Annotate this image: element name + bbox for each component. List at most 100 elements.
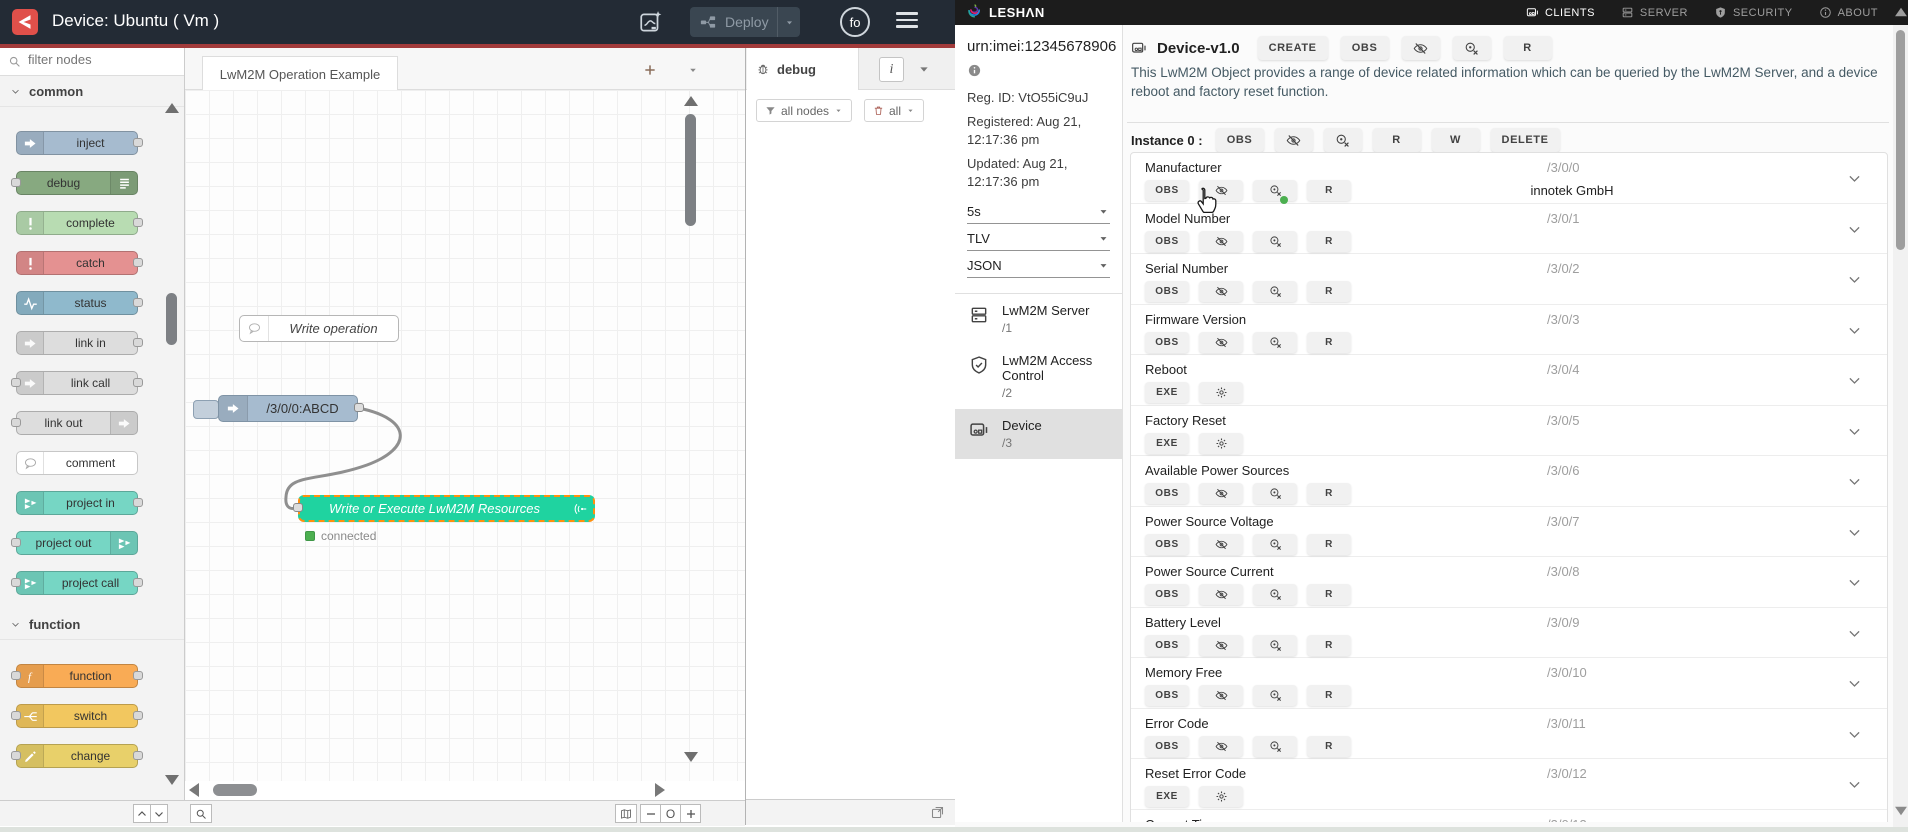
palette-node-debug[interactable]: debug: [11, 171, 138, 195]
deploy-options-button[interactable]: [777, 7, 800, 37]
obs-button[interactable]: OBS: [1145, 533, 1189, 555]
observe-stop-icon-button[interactable]: [1253, 331, 1297, 353]
output-port[interactable]: [133, 217, 143, 227]
delete-button[interactable]: DELETE: [1490, 128, 1560, 152]
input-port[interactable]: [11, 537, 21, 547]
chevron-down-icon[interactable]: [1846, 776, 1863, 793]
zoom-reset-button[interactable]: O: [660, 804, 681, 823]
create-button[interactable]: CREATE: [1257, 36, 1328, 60]
output-port[interactable]: [133, 670, 143, 680]
palette-node-inject[interactable]: inject: [16, 131, 143, 155]
navigator-button[interactable]: [615, 804, 637, 823]
palette-node-change[interactable]: change: [11, 744, 143, 768]
input-port[interactable]: [11, 177, 21, 187]
chevron-down-icon[interactable]: [1846, 170, 1863, 187]
obs-button[interactable]: OBS: [1145, 584, 1189, 605]
output-port[interactable]: [133, 297, 143, 307]
r-button[interactable]: R: [1307, 735, 1351, 757]
input-port[interactable]: [11, 750, 21, 760]
observe-stop-icon-button[interactable]: [1253, 230, 1297, 252]
input-port[interactable]: [11, 377, 21, 387]
r-button[interactable]: R: [1307, 331, 1351, 353]
palette-node-function[interactable]: f function: [11, 664, 143, 688]
eye-off-icon-button[interactable]: [1274, 128, 1313, 152]
observe-stop-icon-button[interactable]: [1253, 584, 1297, 605]
palette-node-catch[interactable]: catch: [16, 251, 143, 275]
nav-server[interactable]: SERVER: [1621, 6, 1688, 19]
sidebar-options-button[interactable]: [916, 61, 932, 77]
gear-icon-button[interactable]: [1199, 382, 1243, 403]
scrollbar-thumb[interactable]: [213, 784, 257, 796]
select-field-1[interactable]: TLV: [967, 224, 1110, 251]
observe-stop-icon-button[interactable]: [1253, 533, 1297, 555]
output-port[interactable]: [133, 377, 143, 387]
output-port[interactable]: [133, 750, 143, 760]
output-port[interactable]: [354, 403, 364, 412]
eye-off-icon-button[interactable]: [1199, 180, 1243, 201]
eye-off-icon-button[interactable]: [1199, 230, 1243, 252]
observe-stop-icon-button[interactable]: [1253, 685, 1297, 706]
chevron-down-icon[interactable]: [1846, 271, 1863, 288]
eye-off-icon-button[interactable]: [1199, 634, 1243, 656]
palette-node-link-out[interactable]: link out: [11, 411, 138, 435]
obs-button[interactable]: OBS: [1215, 128, 1264, 152]
gear-icon-button[interactable]: [1199, 786, 1243, 807]
write-execute-node[interactable]: Write or Execute LwM2M Resources: [293, 495, 595, 522]
palette-node-project-in[interactable]: project in: [16, 491, 143, 515]
obs-button[interactable]: OBS: [1145, 180, 1189, 201]
select-field-2[interactable]: JSON: [967, 251, 1110, 278]
eye-off-icon-button[interactable]: [1199, 533, 1243, 555]
input-port[interactable]: [293, 503, 303, 512]
debug-clear-button[interactable]: all: [864, 99, 925, 122]
palette-node-link-in[interactable]: link in: [16, 331, 143, 355]
obs-button[interactable]: OBS: [1145, 735, 1189, 757]
w-button[interactable]: W: [1431, 128, 1480, 152]
ai-assistant-icon[interactable]: [638, 9, 664, 35]
observe-stop-icon-button[interactable]: [1253, 180, 1297, 201]
object-item-lwm2m-access-control[interactable]: LwM2M Access Control/2: [955, 344, 1122, 409]
input-port[interactable]: [11, 670, 21, 680]
exe-button[interactable]: EXE: [1145, 786, 1189, 807]
observe-stop-icon-button[interactable]: [1253, 735, 1297, 757]
palette-section-function[interactable]: function: [0, 609, 184, 640]
r-button[interactable]: R: [1307, 634, 1351, 656]
chevron-down-icon[interactable]: [1846, 726, 1863, 743]
r-button[interactable]: R: [1372, 128, 1421, 152]
flow-list-button[interactable]: [683, 60, 703, 80]
input-port[interactable]: [11, 710, 21, 720]
scroll-up-arrow[interactable]: [165, 103, 179, 113]
collapse-palette-button[interactable]: [133, 804, 151, 823]
output-port[interactable]: [133, 577, 143, 587]
palette-node-comment[interactable]: comment: [16, 451, 138, 475]
output-port[interactable]: [133, 710, 143, 720]
eye-off-icon-button[interactable]: [1199, 483, 1243, 504]
scroll-right-arrow[interactable]: [655, 783, 665, 797]
palette-node-project-out[interactable]: project out: [11, 531, 138, 555]
chevron-down-icon[interactable]: [1846, 372, 1863, 389]
obs-button[interactable]: OBS: [1145, 331, 1189, 353]
leshan-brand[interactable]: LESHΛN: [965, 3, 1045, 22]
select-field-0[interactable]: 5s: [967, 197, 1110, 224]
palette-node-project-call[interactable]: project call: [11, 571, 143, 595]
palette-filter-input[interactable]: [26, 51, 150, 68]
observe-stop-icon-button[interactable]: [1253, 483, 1297, 504]
obs-button[interactable]: OBS: [1145, 281, 1189, 302]
output-port[interactable]: [133, 257, 143, 267]
object-item-device[interactable]: Device/3: [955, 409, 1122, 459]
eye-off-icon-button[interactable]: [1199, 685, 1243, 706]
nav-security[interactable]: SECURITY: [1714, 6, 1793, 19]
user-avatar[interactable]: fo: [840, 7, 870, 37]
zoom-out-button[interactable]: [640, 804, 661, 823]
chevron-down-icon[interactable]: [1846, 625, 1863, 642]
r-button[interactable]: R: [1307, 483, 1351, 504]
add-flow-button[interactable]: [640, 60, 660, 80]
exe-button[interactable]: EXE: [1145, 382, 1189, 403]
flow-canvas[interactable]: Write operation /3/0/0:ABCD Write or Exe…: [185, 90, 745, 781]
nav-clients[interactable]: CLIENTS: [1526, 6, 1595, 19]
r-button[interactable]: R: [1307, 230, 1351, 252]
tab-debug[interactable]: debug: [747, 48, 859, 90]
comment-node[interactable]: Write operation: [239, 315, 399, 342]
zoom-in-button[interactable]: [680, 804, 701, 823]
inject-node[interactable]: /3/0/0:ABCD: [218, 395, 364, 422]
scroll-left-arrow[interactable]: [189, 783, 199, 797]
